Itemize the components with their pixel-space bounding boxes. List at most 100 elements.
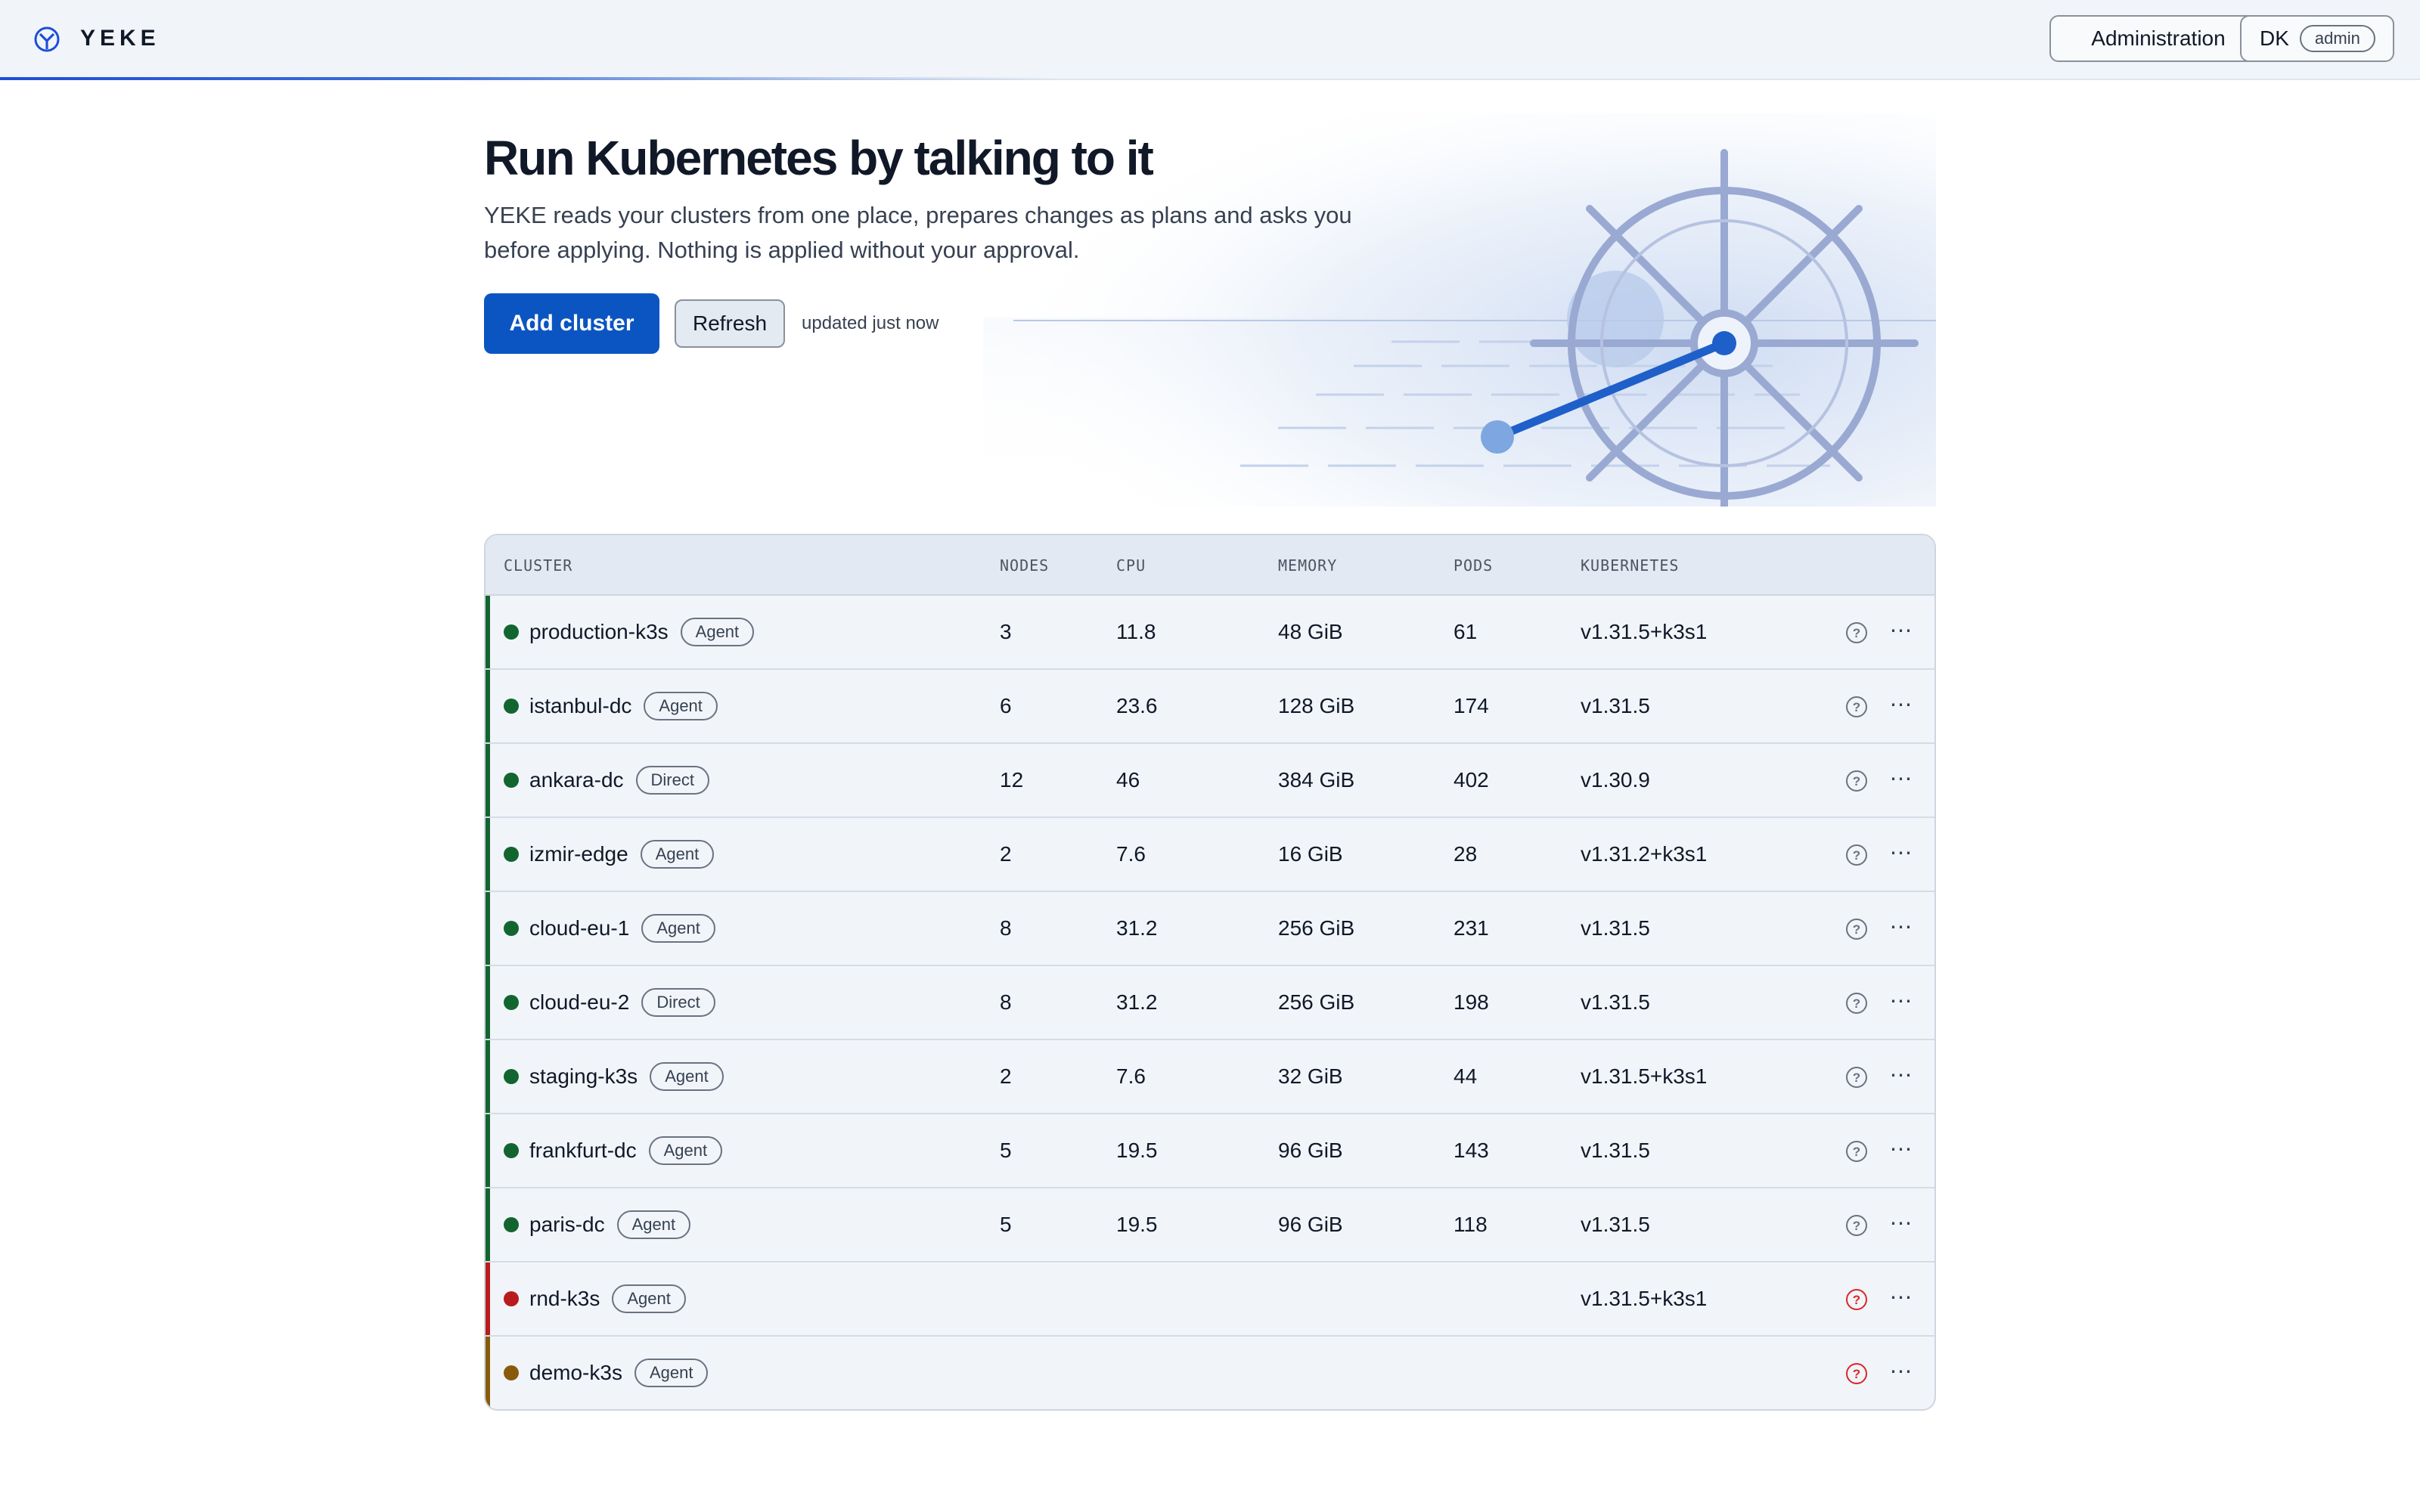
cluster-name[interactable]: frankfurt-dc: [529, 1139, 637, 1163]
brand-name: YEKE: [80, 26, 160, 51]
cluster-name[interactable]: production-k3s: [529, 620, 669, 644]
more-actions-icon[interactable]: ⋯: [1886, 617, 1916, 644]
cluster-name-cell: rnd-k3s Agent: [529, 1263, 686, 1335]
memory-cell: 128 GiB: [1278, 694, 1355, 717]
table-row[interactable]: cloud-eu-2 Direct 8 31.2 256 GiB 198 v1.31.5? ⋯: [486, 966, 1934, 1040]
status-dot-icon: [504, 1291, 519, 1306]
table-row[interactable]: ankara-dc Direct 12 46 384 GiB 402 v1.30.9? ⋯: [486, 744, 1934, 818]
help-icon[interactable]: ?: [1845, 844, 1868, 866]
table-row[interactable]: rnd-k3s Agent v1.31.5+k3s1? ⋯: [486, 1263, 1934, 1337]
cpu-cell: 19.5: [1116, 1139, 1158, 1162]
connection-type-badge: Agent: [612, 1284, 686, 1313]
refresh-button[interactable]: Refresh: [675, 299, 785, 348]
more-actions-icon[interactable]: ⋯: [1886, 1284, 1916, 1311]
user-menu-button[interactable]: DK admin: [2240, 15, 2394, 62]
cluster-name[interactable]: paris-dc: [529, 1213, 605, 1237]
connection-type-badge: Agent: [616, 1210, 691, 1239]
cpu-cell: 7.6: [1116, 842, 1146, 866]
cluster-name-cell: ankara-dc Direct: [529, 744, 709, 816]
table-row[interactable]: izmir-edge Agent 2 7.6 16 GiB 28 v1.31.2+k3s1?…: [486, 818, 1934, 892]
help-icon[interactable]: ?: [1845, 1214, 1868, 1237]
kubernetes-version-cell: v1.31.5+k3s1: [1581, 1064, 1708, 1088]
memory-cell: 16 GiB: [1278, 842, 1343, 866]
table-row[interactable]: staging-k3s Agent 2 7.6 32 GiB 44 v1.31.5+k3s1…: [486, 1040, 1934, 1114]
column-header-pods[interactable]: PODS: [1454, 556, 1493, 575]
table-row[interactable]: paris-dc Agent 5 19.5 96 GiB 118 v1.31.5? ⋯: [486, 1188, 1934, 1263]
cluster-name[interactable]: ankara-dc: [529, 768, 624, 792]
connection-type-badge: Direct: [641, 988, 715, 1017]
status-dot-icon: [504, 624, 519, 640]
cpu-cell: 46: [1116, 768, 1140, 792]
help-icon[interactable]: ?: [1845, 918, 1868, 940]
cluster-name[interactable]: cloud-eu-2: [529, 990, 629, 1015]
memory-cell: 48 GiB: [1278, 620, 1343, 643]
help-icon[interactable]: ?: [1845, 696, 1868, 718]
table-row[interactable]: demo-k3s Agent? ⋯: [486, 1337, 1934, 1409]
column-header-cpu[interactable]: CPU: [1116, 556, 1146, 575]
pods-cell: 28: [1454, 842, 1478, 866]
status-dot-icon: [504, 1069, 519, 1084]
cluster-name[interactable]: demo-k3s: [529, 1361, 622, 1385]
memory-cell: 384 GiB: [1278, 768, 1355, 792]
status-stripe: [486, 1337, 490, 1409]
svg-text:?: ?: [1853, 996, 1860, 1011]
help-icon[interactable]: ?: [1845, 1362, 1868, 1385]
status-dot-icon: [504, 995, 519, 1010]
memory-cell: 256 GiB: [1278, 990, 1355, 1014]
kubernetes-version-cell: v1.31.5: [1581, 694, 1650, 717]
more-actions-icon[interactable]: ⋯: [1886, 913, 1916, 940]
help-icon[interactable]: ?: [1845, 1140, 1868, 1163]
help-icon[interactable]: ?: [1845, 1066, 1868, 1089]
help-icon[interactable]: ?: [1845, 770, 1868, 792]
user-role-badge: admin: [2299, 25, 2375, 52]
more-actions-icon[interactable]: ⋯: [1886, 1210, 1916, 1237]
more-actions-icon[interactable]: ⋯: [1886, 987, 1916, 1015]
more-actions-icon[interactable]: ⋯: [1886, 1358, 1916, 1385]
cluster-name[interactable]: cloud-eu-1: [529, 916, 629, 940]
connection-type-badge: Agent: [644, 692, 718, 720]
nodes-cell: 6: [1000, 694, 1012, 717]
cluster-name[interactable]: izmir-edge: [529, 842, 628, 866]
cluster-name-cell: cloud-eu-2 Direct: [529, 966, 715, 1039]
status-stripe: [486, 966, 490, 1039]
cluster-name-cell: cloud-eu-1 Agent: [529, 892, 715, 965]
administration-button[interactable]: Administration: [2049, 15, 2267, 62]
table-row[interactable]: istanbul-dc Agent 6 23.6 128 GiB 174 v1.31.5? ⋯: [486, 670, 1934, 744]
status-dot-icon: [504, 699, 519, 714]
cluster-name[interactable]: istanbul-dc: [529, 694, 631, 718]
cluster-name-cell: production-k3s Agent: [529, 596, 755, 668]
table-row[interactable]: frankfurt-dc Agent 5 19.5 96 GiB 143 v1.31.5? ⋯: [486, 1114, 1934, 1188]
yeke-logo-icon[interactable]: [33, 26, 60, 53]
kubernetes-version-cell: v1.31.5: [1581, 1139, 1650, 1162]
nodes-cell: 5: [1000, 1139, 1012, 1162]
help-icon[interactable]: ?: [1845, 621, 1868, 644]
status-dot-icon: [504, 773, 519, 788]
status-stripe: [486, 818, 490, 891]
table-row[interactable]: cloud-eu-1 Agent 8 31.2 256 GiB 231 v1.31.5? ⋯: [486, 892, 1934, 966]
more-actions-icon[interactable]: ⋯: [1886, 1136, 1916, 1163]
more-actions-icon[interactable]: ⋯: [1886, 765, 1916, 792]
cluster-name[interactable]: rnd-k3s: [529, 1287, 600, 1311]
column-header-memory[interactable]: MEMORY: [1278, 556, 1337, 575]
cluster-name[interactable]: staging-k3s: [529, 1064, 638, 1089]
kubernetes-version-cell: v1.30.9: [1581, 768, 1650, 792]
status-stripe: [486, 1263, 490, 1335]
help-icon[interactable]: ?: [1845, 992, 1868, 1015]
more-actions-icon[interactable]: ⋯: [1886, 839, 1916, 866]
help-icon[interactable]: ?: [1845, 1288, 1868, 1311]
connection-type-badge: Agent: [648, 1136, 723, 1165]
column-header-nodes[interactable]: NODES: [1000, 556, 1049, 575]
cluster-name-cell: frankfurt-dc Agent: [529, 1114, 723, 1187]
column-header-kubernetes[interactable]: KUBERNETES: [1581, 556, 1679, 575]
svg-text:?: ?: [1853, 626, 1860, 640]
connection-type-badge: Agent: [634, 1359, 709, 1387]
add-cluster-button[interactable]: Add cluster: [484, 293, 659, 354]
more-actions-icon[interactable]: ⋯: [1886, 691, 1916, 718]
column-header-cluster[interactable]: CLUSTER: [504, 556, 572, 575]
svg-text:?: ?: [1853, 1145, 1860, 1159]
more-actions-icon[interactable]: ⋯: [1886, 1061, 1916, 1089]
table-row[interactable]: production-k3s Agent 3 11.8 48 GiB 61 v1.31.5+…: [486, 596, 1934, 670]
svg-text:?: ?: [1853, 922, 1860, 937]
pods-cell: 143: [1454, 1139, 1489, 1162]
status-dot-icon: [504, 921, 519, 936]
